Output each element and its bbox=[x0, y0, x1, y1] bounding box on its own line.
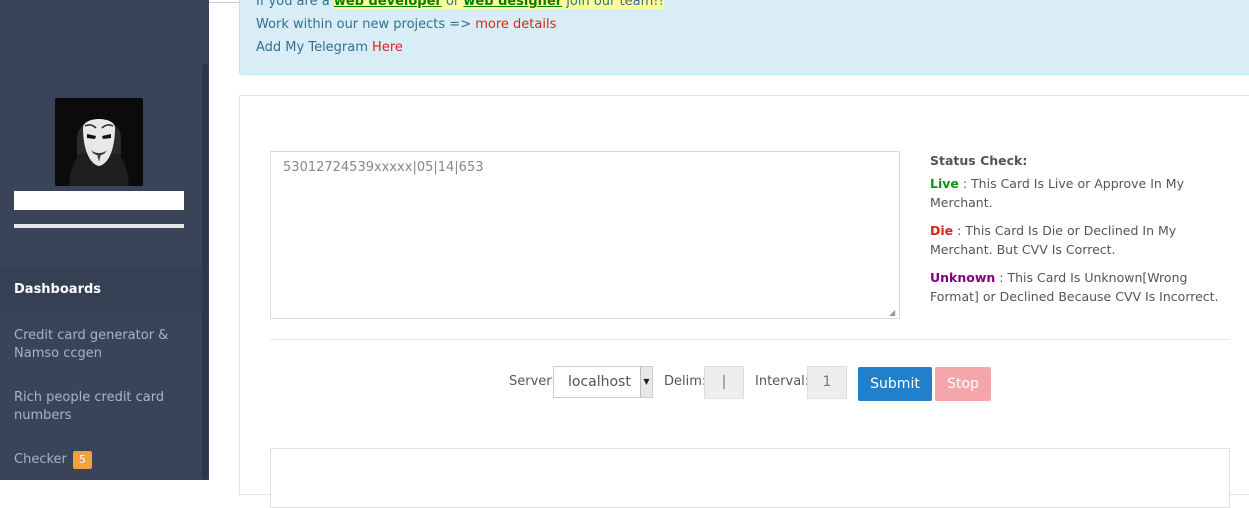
status-die: Die : This Card Is Die or Declined In My… bbox=[930, 221, 1230, 259]
sidebar-item-checker[interactable]: Checker 5 bbox=[0, 437, 202, 480]
user-progress-bar bbox=[14, 224, 184, 228]
server-label: Server: bbox=[509, 374, 556, 389]
cards-textarea[interactable]: 53012724539xxxxx|05|14|653 bbox=[270, 151, 900, 319]
interval-label: Interval: bbox=[755, 374, 810, 389]
server-select[interactable]: localhost ▼ bbox=[553, 366, 653, 398]
status-legend: Status Check: Live : This Card Is Live o… bbox=[930, 152, 1230, 315]
server-select-value: localhost bbox=[568, 374, 631, 390]
live-desc: : This Card Is Live or Approve In My Mer… bbox=[930, 176, 1184, 210]
live-label: Live bbox=[930, 176, 959, 191]
alert-line2-text: Work within our new projects => bbox=[256, 17, 476, 32]
web-designer-link[interactable]: web designer bbox=[463, 0, 562, 9]
resize-grip-icon[interactable]: ◢ bbox=[889, 308, 898, 317]
die-label: Die bbox=[930, 223, 954, 238]
alert-line1-suffix: join our team!! bbox=[562, 0, 664, 9]
more-details-link[interactable]: more details bbox=[475, 17, 556, 32]
info-alert: If you are a web developer or web design… bbox=[239, 0, 1249, 75]
avatar[interactable] bbox=[55, 98, 143, 186]
sidebar-item-checker-label: Checker bbox=[14, 452, 67, 467]
status-live: Live : This Card Is Live or Approve In M… bbox=[930, 174, 1230, 212]
alert-line1-prefix: If you are a bbox=[256, 0, 334, 9]
status-title: Status Check: bbox=[930, 153, 1028, 168]
stop-button[interactable]: Stop bbox=[935, 367, 991, 401]
telegram-link[interactable]: Here bbox=[372, 40, 403, 55]
web-developer-link[interactable]: web developer bbox=[334, 0, 442, 9]
alert-highlight: web developer or web designer join our t… bbox=[333, 0, 664, 9]
controls-bar: Server: localhost ▼ Delim: | Interval: 1… bbox=[0, 366, 1249, 401]
alert-line1-mid: or bbox=[441, 0, 464, 9]
interval-input[interactable]: 1 bbox=[807, 366, 847, 399]
alert-line3-text: Add My Telegram bbox=[256, 40, 373, 55]
delim-input[interactable]: | bbox=[704, 366, 744, 399]
status-unknown: Unknown : This Card Is Unknown[Wrong For… bbox=[930, 268, 1230, 306]
checker-count-badge: 5 bbox=[73, 451, 93, 469]
panel-divider bbox=[270, 339, 1230, 340]
delim-label: Delim: bbox=[664, 374, 707, 389]
submit-button[interactable]: Submit bbox=[858, 367, 932, 401]
anonymous-mask-icon bbox=[55, 98, 143, 186]
sidebar-item-dashboards[interactable]: Dashboards bbox=[0, 267, 202, 313]
unknown-label: Unknown bbox=[930, 270, 996, 285]
results-box bbox=[270, 448, 1230, 508]
sidebar-scrollbar[interactable] bbox=[202, 63, 208, 480]
sidebar: Dashboards Credit card generator & Namso… bbox=[0, 0, 209, 480]
user-name-box bbox=[14, 191, 184, 210]
chevron-down-icon[interactable]: ▼ bbox=[640, 367, 652, 397]
die-desc: : This Card Is Die or Declined In My Mer… bbox=[930, 223, 1177, 257]
